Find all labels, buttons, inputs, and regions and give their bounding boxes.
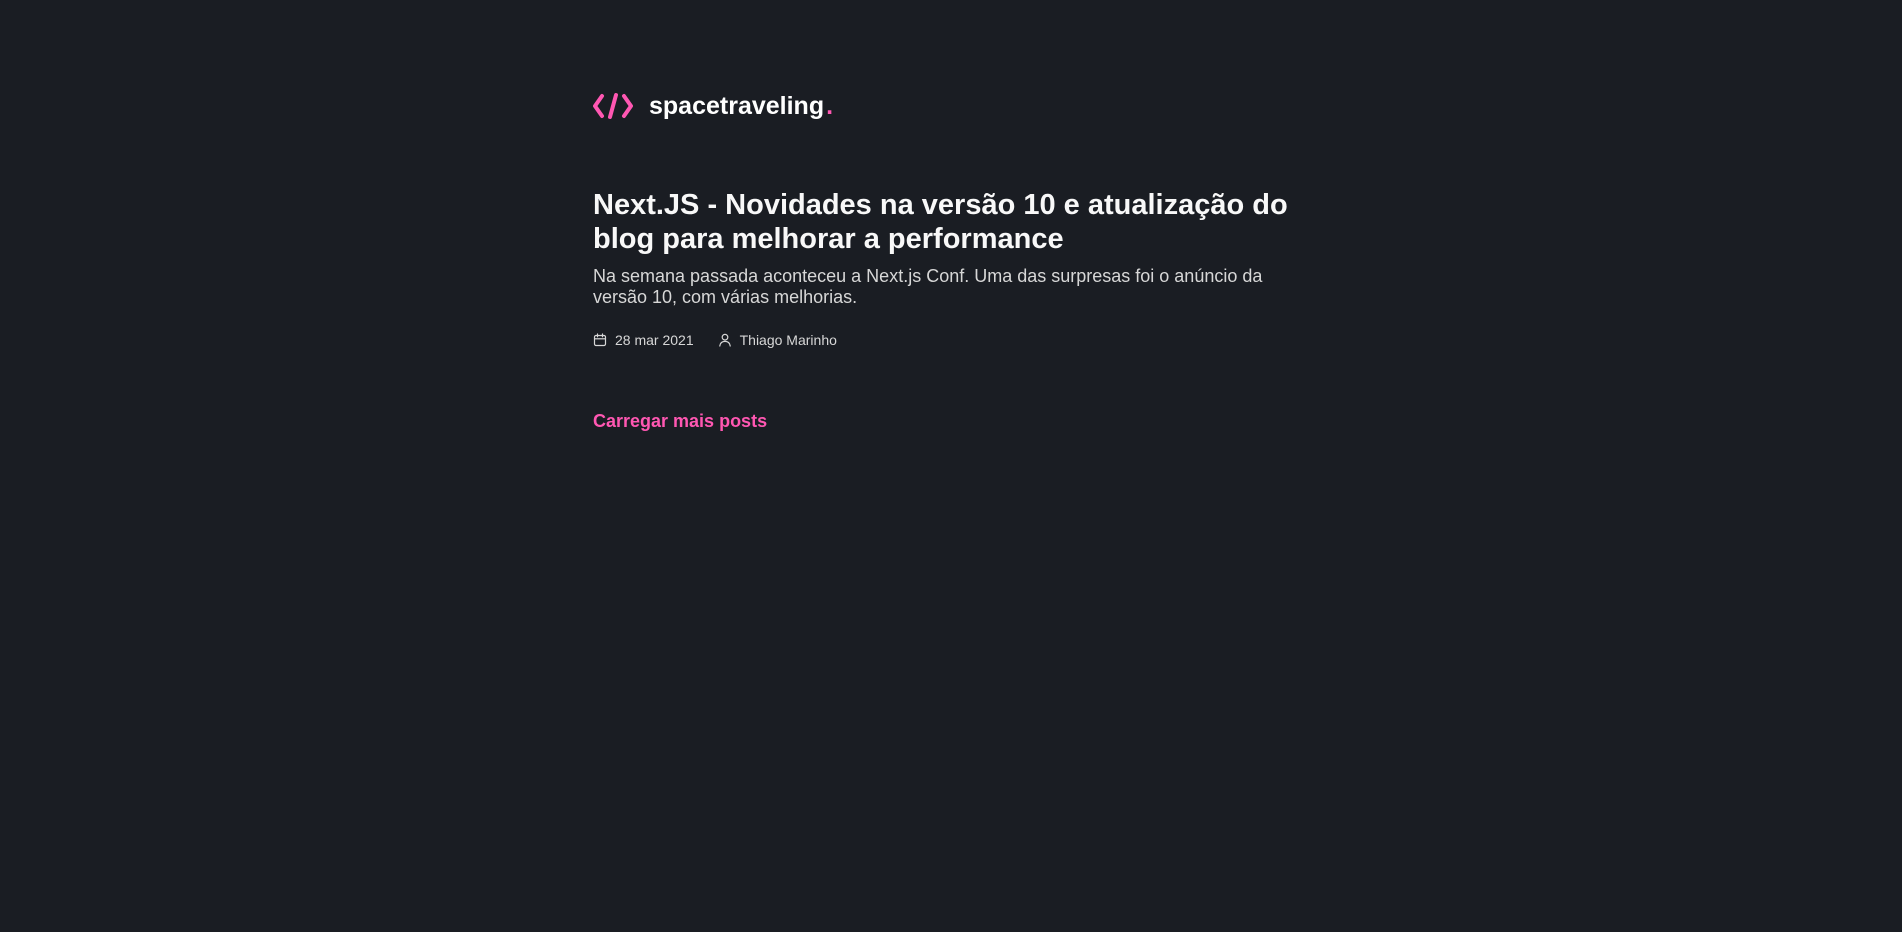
- post-info: 28 mar 2021 Thiago Marinho: [593, 332, 1313, 348]
- brand-dot: .: [826, 92, 834, 120]
- calendar-icon: [593, 333, 607, 347]
- site-logo[interactable]: spacetraveling.: [593, 92, 833, 120]
- post-date: 28 mar 2021: [593, 332, 694, 348]
- post-title[interactable]: Next.JS - Novidades na versão 10 e atual…: [593, 188, 1313, 256]
- brand-name: spacetraveling: [649, 92, 825, 120]
- post-date-text: 28 mar 2021: [615, 332, 694, 348]
- load-more-button[interactable]: Carregar mais posts: [593, 411, 767, 432]
- post-author-text: Thiago Marinho: [739, 332, 837, 348]
- post-subtitle: Na semana passada aconteceu a Next.js Co…: [593, 266, 1263, 307]
- post-card[interactable]: Next.JS - Novidades na versão 10 e atual…: [593, 188, 1313, 348]
- user-icon: [718, 333, 731, 347]
- code-brackets-icon: [593, 93, 633, 119]
- post-author: Thiago Marinho: [718, 332, 837, 348]
